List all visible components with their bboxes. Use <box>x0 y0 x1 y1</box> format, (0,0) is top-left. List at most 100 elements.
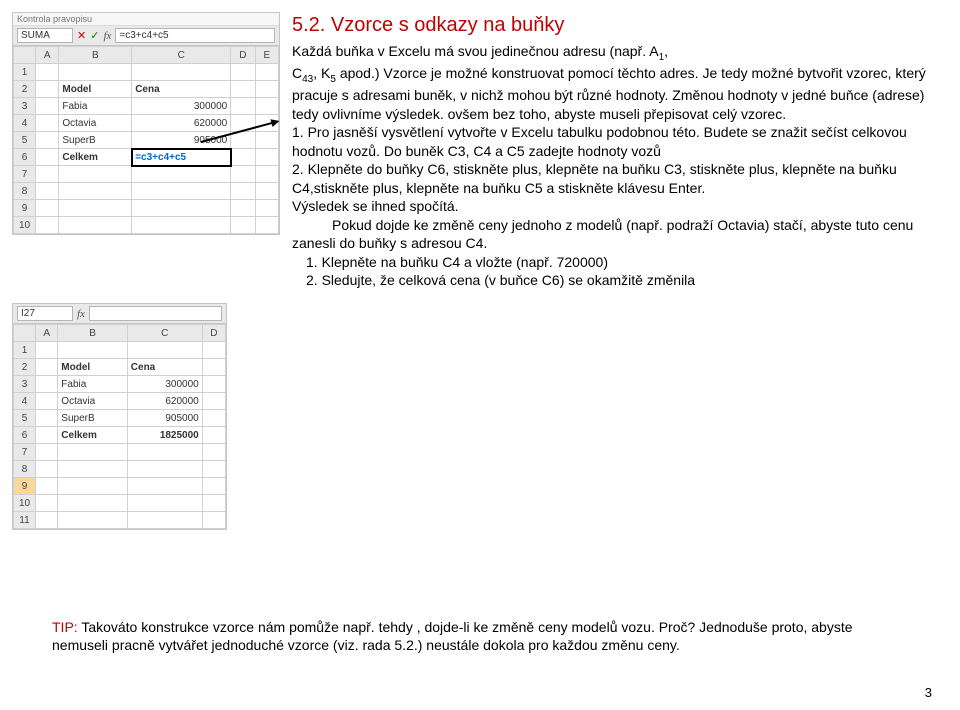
column-header[interactable]: A <box>36 325 58 342</box>
cell[interactable] <box>36 183 59 200</box>
cell[interactable] <box>255 132 278 149</box>
cell[interactable] <box>231 64 255 81</box>
column-header[interactable]: C <box>132 47 231 64</box>
cell[interactable] <box>255 166 278 183</box>
cell[interactable] <box>36 512 58 529</box>
cell[interactable] <box>202 495 225 512</box>
row-header[interactable]: 3 <box>14 376 36 393</box>
cell[interactable] <box>132 64 231 81</box>
row-header[interactable]: 11 <box>14 512 36 529</box>
row-header[interactable]: 8 <box>14 461 36 478</box>
cell[interactable] <box>36 359 58 376</box>
cell[interactable]: Celkem <box>58 427 127 444</box>
cell[interactable] <box>36 376 58 393</box>
cell[interactable] <box>36 410 58 427</box>
formula-input[interactable] <box>89 306 222 321</box>
cell[interactable] <box>255 183 278 200</box>
cell[interactable] <box>36 478 58 495</box>
cell[interactable] <box>36 81 59 98</box>
cell[interactable] <box>132 166 231 183</box>
cell[interactable]: 300000 <box>132 98 231 115</box>
column-header[interactable]: E <box>255 47 278 64</box>
cell[interactable] <box>59 166 132 183</box>
row-header[interactable]: 7 <box>14 444 36 461</box>
cell[interactable] <box>202 376 225 393</box>
cell[interactable] <box>36 427 58 444</box>
cell[interactable] <box>202 342 225 359</box>
cell[interactable] <box>127 512 202 529</box>
row-header[interactable]: 10 <box>14 217 36 234</box>
cell[interactable]: Octavia <box>59 115 132 132</box>
cell[interactable] <box>202 512 225 529</box>
cell[interactable] <box>127 478 202 495</box>
cell[interactable] <box>127 342 202 359</box>
corner-cell[interactable] <box>14 47 36 64</box>
cell[interactable] <box>231 149 255 166</box>
row-header[interactable]: 5 <box>14 132 36 149</box>
row-header[interactable]: 3 <box>14 98 36 115</box>
row-header[interactable]: 4 <box>14 115 36 132</box>
cell[interactable] <box>231 200 255 217</box>
cell[interactable]: 905000 <box>127 410 202 427</box>
confirm-icon[interactable]: ✓ <box>90 29 99 42</box>
cell[interactable] <box>36 342 58 359</box>
cell[interactable] <box>59 183 132 200</box>
cell[interactable]: Model <box>58 359 127 376</box>
cell[interactable] <box>36 115 59 132</box>
cell[interactable] <box>58 495 127 512</box>
fx-icon[interactable]: fx <box>103 30 111 42</box>
cell[interactable]: Cena <box>132 81 231 98</box>
cell[interactable] <box>58 342 127 359</box>
cell[interactable] <box>202 444 225 461</box>
cell[interactable]: Model <box>59 81 132 98</box>
cell[interactable] <box>127 461 202 478</box>
row-header[interactable]: 9 <box>14 478 36 495</box>
row-header[interactable]: 10 <box>14 495 36 512</box>
cell[interactable] <box>36 166 59 183</box>
cell[interactable]: 300000 <box>127 376 202 393</box>
cell[interactable]: Fabia <box>58 376 127 393</box>
cell[interactable] <box>36 149 59 166</box>
cell[interactable] <box>36 98 59 115</box>
row-header[interactable]: 6 <box>14 427 36 444</box>
column-header[interactable]: B <box>59 47 132 64</box>
column-header[interactable]: C <box>127 325 202 342</box>
cancel-icon[interactable]: ✕ <box>77 29 86 42</box>
name-box[interactable]: SUMA <box>17 28 73 43</box>
fx-icon[interactable]: fx <box>77 308 85 320</box>
cell[interactable] <box>132 200 231 217</box>
row-header[interactable]: 7 <box>14 166 36 183</box>
cell[interactable] <box>59 200 132 217</box>
cell[interactable] <box>58 444 127 461</box>
cell[interactable] <box>255 64 278 81</box>
cell[interactable] <box>36 444 58 461</box>
corner-cell[interactable] <box>14 325 36 342</box>
cell[interactable] <box>202 393 225 410</box>
cell[interactable] <box>36 217 59 234</box>
cell[interactable] <box>202 478 225 495</box>
cell[interactable]: SuperB <box>59 132 132 149</box>
cell[interactable] <box>58 461 127 478</box>
row-header[interactable]: 8 <box>14 183 36 200</box>
cell[interactable] <box>202 410 225 427</box>
cell[interactable] <box>255 217 278 234</box>
cell[interactable] <box>127 444 202 461</box>
cell[interactable]: 1825000 <box>127 427 202 444</box>
cell[interactable] <box>36 64 59 81</box>
cell[interactable] <box>231 166 255 183</box>
cell[interactable]: =c3+c4+c5 <box>132 149 231 166</box>
row-header[interactable]: 4 <box>14 393 36 410</box>
row-header[interactable]: 5 <box>14 410 36 427</box>
cell[interactable]: SuperB <box>58 410 127 427</box>
row-header[interactable]: 9 <box>14 200 36 217</box>
cell[interactable]: 905000 <box>132 132 231 149</box>
spreadsheet-grid[interactable]: ABCDE12ModelCena3Fabia3000004Octavia6200… <box>13 46 279 234</box>
cell[interactable] <box>202 461 225 478</box>
cell[interactable] <box>231 183 255 200</box>
cell[interactable] <box>132 183 231 200</box>
cell[interactable] <box>255 81 278 98</box>
cell[interactable] <box>255 200 278 217</box>
cell[interactable] <box>36 132 59 149</box>
cell[interactable] <box>36 393 58 410</box>
formula-input[interactable]: =c3+c4+c5 <box>115 28 275 43</box>
